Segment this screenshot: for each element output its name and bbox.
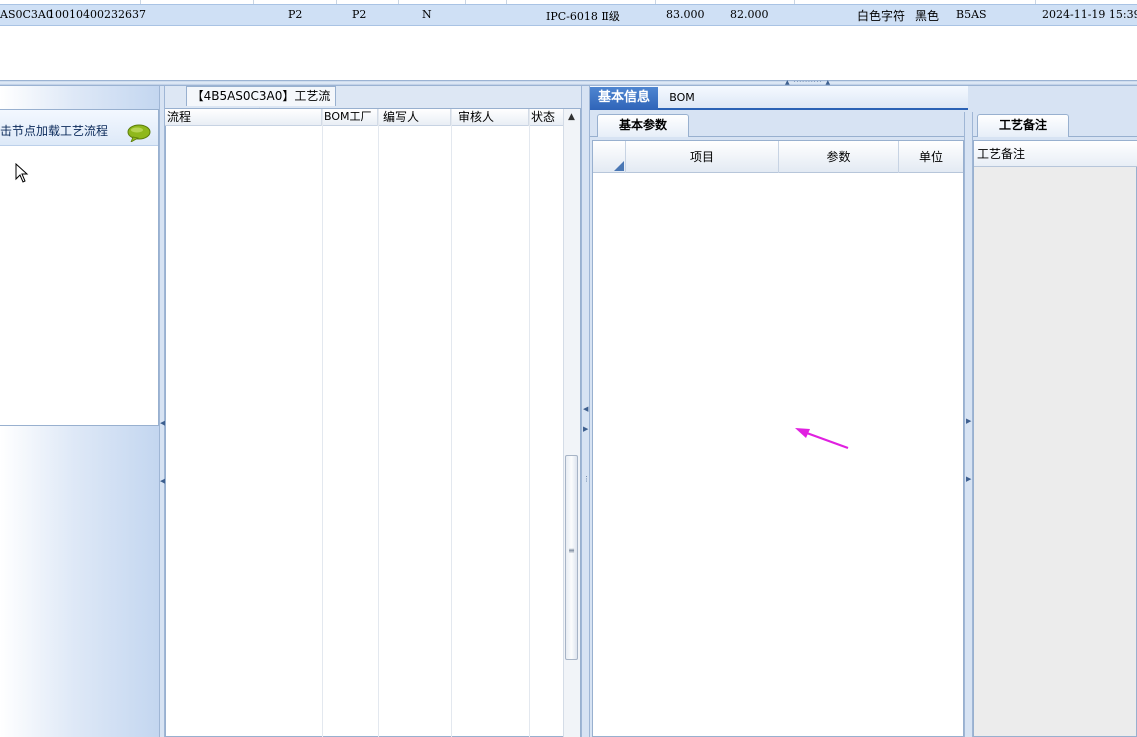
top-cell-grade: IPC-6018 Ⅱ级: [546, 10, 620, 23]
top-cell-p2b: P2: [352, 8, 367, 21]
left-panel-hint: 击节点加载工艺流程: [0, 124, 109, 138]
params-header: 项目 参数 单位: [593, 141, 963, 173]
col-reviewer[interactable]: 审核人: [451, 109, 529, 126]
col-author[interactable]: 编写人: [378, 109, 451, 126]
tab-bom[interactable]: BOM: [662, 87, 702, 110]
speech-bubble-icon[interactable]: [127, 124, 151, 142]
right-collapse-bar[interactable]: ▶ ▶: [964, 112, 973, 737]
annotation-arrow-icon: [795, 428, 849, 450]
remarks-header: 工艺备注: [974, 141, 1137, 167]
tab-basic-params[interactable]: 基本参数: [597, 114, 689, 137]
top-cell-id: 10010400232637: [48, 8, 146, 21]
top-cell-code2: B5AS: [956, 8, 987, 21]
col-item[interactable]: 项目: [626, 141, 779, 173]
top-cell-v2: 82.000: [730, 8, 769, 21]
process-flow-header: 流程 BOM工厂 编写人 审核人 状态: [165, 109, 563, 126]
col-flow[interactable]: 流程: [165, 109, 322, 126]
top-cell-v1: 83.000: [666, 8, 705, 21]
process-flow-title: 【4B5AS0C3A0】工艺流程: [186, 86, 336, 121]
top-cell-p2a: P2: [288, 8, 303, 21]
top-cell-char-color: 白色字符: [857, 9, 906, 23]
tab-process-remarks[interactable]: 工艺备注: [977, 114, 1069, 137]
scroll-up-arrow-icon[interactable]: ▲: [563, 109, 580, 126]
middle-collapse-bar[interactable]: ◀ ▶ ⋮: [581, 86, 590, 737]
top-cell-date: 2024-11-19 15:39: [1042, 8, 1137, 21]
scroll-grip-icon: ≡: [568, 546, 575, 555]
top-grid: AS0C3A0 10010400232637 P2 P2 N IPC-6018 …: [0, 0, 1137, 80]
params-corner: [593, 141, 626, 173]
remarks-area[interactable]: [973, 140, 1137, 737]
col-unit[interactable]: 单位: [899, 141, 963, 173]
process-flow-tree: [165, 126, 563, 737]
top-cell-code: AS0C3A0: [0, 8, 53, 21]
mouse-cursor-icon: [15, 163, 29, 183]
params-grid: [592, 140, 964, 737]
top-cell-color: 黑色: [915, 9, 940, 23]
col-bom-factory[interactable]: BOM工厂: [322, 109, 378, 126]
col-status[interactable]: 状态: [529, 109, 563, 126]
top-grid-selected-row[interactable]: AS0C3A0 10010400232637 P2 P2 N IPC-6018 …: [0, 4, 1137, 26]
col-param[interactable]: 参数: [779, 141, 899, 173]
top-cell-n: N: [422, 8, 432, 21]
tab-basic-info[interactable]: 基本信息: [590, 87, 658, 110]
left-node-area[interactable]: [0, 109, 159, 426]
